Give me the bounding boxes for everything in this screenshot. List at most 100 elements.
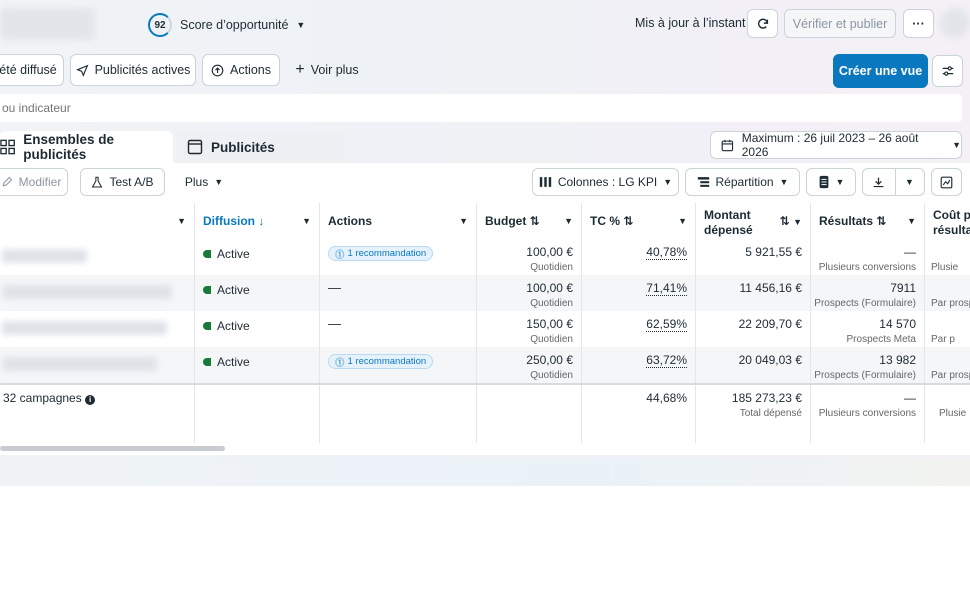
- header-budget[interactable]: Budget ⇅ ▼: [477, 203, 582, 239]
- flask-icon: [92, 176, 103, 188]
- ab-test-label: Test A/B: [109, 175, 154, 189]
- filter-row: été diffusé Publicités actives Actions +…: [0, 52, 970, 92]
- breakdown-icon: [697, 177, 709, 187]
- budget-cell[interactable]: 100,00 € Quotidien: [477, 239, 582, 275]
- see-more-label: Voir plus: [310, 63, 359, 77]
- budget-type: Quotidien: [530, 334, 573, 345]
- verify-publish-button[interactable]: Vérifier et publier: [784, 9, 896, 38]
- header-diffusion[interactable]: Diffusion ↓ ▼: [195, 203, 320, 239]
- actions-cell: —: [320, 275, 477, 311]
- date-range-picker[interactable]: Maximum : 26 juil 2023 – 26 août 2026 ▼: [710, 131, 962, 159]
- columns-label: Colonnes : LG KPI: [557, 175, 658, 189]
- name-cell[interactable]: [0, 347, 195, 383]
- chevron-down-icon: ▼: [952, 140, 961, 150]
- filter-actions[interactable]: Actions: [202, 54, 280, 86]
- refresh-button[interactable]: [747, 9, 778, 38]
- result-value: 14 570: [879, 317, 916, 331]
- spent-cell: 22 209,70 €: [696, 311, 811, 347]
- caret-down-icon: ▼: [779, 177, 789, 187]
- filter-active-ads-label: Publicités actives: [94, 63, 191, 77]
- table-row[interactable]: Active ⓵ 1 recommandation 250,00 € Quotidien…: [0, 347, 970, 383]
- columns-button[interactable]: Colonnes : LG KPI ▼: [532, 168, 679, 196]
- header-actions-label: Actions: [328, 214, 373, 228]
- actions-cell: ⓵1 recommandation: [320, 239, 477, 275]
- more-options-button[interactable]: ···: [903, 9, 934, 38]
- name-cell[interactable]: [0, 239, 195, 275]
- updated-status: Mis à jour à l’instant: [635, 16, 746, 30]
- no-action: —: [328, 316, 341, 331]
- budget-cell[interactable]: 100,00 € Quotidien: [477, 275, 582, 311]
- recommendation-chip[interactable]: ⓵1 recommandation: [328, 354, 434, 369]
- ab-test-button[interactable]: Test A/B: [80, 168, 165, 196]
- table-row[interactable]: Active ⓵ 1 recommandation 100,00 € Quotidien…: [0, 239, 970, 275]
- status-label: Active: [217, 247, 250, 261]
- ctr-value[interactable]: 62,59%: [646, 317, 687, 332]
- header-actions[interactable]: Actions ▼: [320, 203, 477, 239]
- result-type: Prospects Meta: [846, 334, 916, 345]
- search-bar[interactable]: [0, 94, 962, 122]
- header-ctr[interactable]: TC % ⇅ ▼: [582, 203, 696, 239]
- blurred-campaign-name: [2, 357, 157, 371]
- view-settings-button[interactable]: [932, 55, 963, 87]
- horizontal-scrollbar[interactable]: [0, 446, 225, 451]
- tab-adsets[interactable]: Ensembles de publicités: [0, 131, 173, 163]
- breakdown-button[interactable]: Répartition ▼: [685, 168, 800, 196]
- avatar[interactable]: [940, 8, 970, 38]
- name-cell[interactable]: [0, 311, 195, 347]
- totals-label: 32 campagnes i: [3, 391, 96, 405]
- tab-ads[interactable]: Publicités: [177, 131, 350, 163]
- modify-button[interactable]: Modifier: [0, 168, 68, 196]
- totals-row: 32 campagnes i 44,68% 185 273,23 € Total…: [0, 383, 970, 443]
- actions-cell: —: [320, 311, 477, 347]
- spent-cell: 11 456,16 €: [696, 275, 811, 311]
- header-spent[interactable]: Montant dépensé ⇅ ▼: [696, 203, 811, 239]
- table-row[interactable]: Active — 150,00 € Quotidien 62,59% 22 209,70 …: [0, 311, 970, 347]
- top-bar: 92 Score d’opportunité ▼ Mis à jour à l’…: [0, 0, 970, 48]
- info-icon[interactable]: i: [85, 395, 96, 405]
- spent-cell: 20 049,03 €: [696, 347, 811, 383]
- reports-button[interactable]: ▼: [806, 168, 856, 196]
- budget-type: Quotidien: [530, 262, 573, 273]
- caret-down-icon: ▼: [459, 216, 468, 226]
- budget-value: 100,00 €: [526, 245, 573, 259]
- filter-delivered[interactable]: été diffusé: [0, 54, 64, 86]
- opportunity-score-button[interactable]: 92 Score d’opportunité ▼: [148, 13, 305, 37]
- search-input[interactable]: [0, 94, 962, 122]
- totals-result: —: [904, 391, 916, 405]
- date-range-label: Maximum : 26 juil 2023 – 26 août 2026: [741, 131, 919, 159]
- charts-button[interactable]: [931, 168, 962, 196]
- totals-diffusion-cell: [195, 385, 320, 443]
- budget-cell[interactable]: 250,00 € Quotidien: [477, 347, 582, 383]
- totals-ctr: 44,68%: [646, 391, 687, 405]
- name-cell[interactable]: [0, 275, 195, 311]
- table-row[interactable]: Active — 100,00 € Quotidien 71,41% 11 456,16 …: [0, 275, 970, 311]
- more-actions-button[interactable]: Plus ▼: [176, 168, 232, 196]
- budget-cell[interactable]: 150,00 € Quotidien: [477, 311, 582, 347]
- ctr-value[interactable]: 40,78%: [646, 245, 687, 260]
- header-cost-per-result[interactable]: Coût parésulta: [925, 203, 970, 239]
- totals-cost-sub: Plusie: [939, 408, 967, 419]
- spent-value: 22 209,70 €: [738, 317, 802, 331]
- export-button[interactable]: ▼: [862, 168, 925, 196]
- create-view-button[interactable]: Créer une vue: [833, 54, 928, 88]
- diffusion-cell: Active: [195, 239, 320, 275]
- recommendation-chip[interactable]: ⓵1 recommandation: [328, 246, 434, 261]
- ctr-value[interactable]: 71,41%: [646, 281, 687, 296]
- header-results[interactable]: Résultats ⇅ ▼: [811, 203, 925, 239]
- ctr-value[interactable]: 63,72%: [646, 353, 687, 368]
- caret-down-icon: ▼: [177, 216, 186, 226]
- header-name[interactable]: ▼: [0, 203, 195, 239]
- caret-down-icon[interactable]: ▼: [905, 177, 914, 187]
- header-budget-label: Budget: [485, 214, 527, 228]
- filter-active-ads[interactable]: Publicités actives: [70, 54, 196, 86]
- totals-spent-cell: 185 273,23 € Total dépensé: [696, 385, 811, 443]
- see-more-button[interactable]: + Voir plus: [288, 54, 366, 86]
- result-type: Prospects (Formulaire): [814, 298, 916, 309]
- diffusion-cell: Active: [195, 347, 320, 383]
- bottom-strip: [0, 458, 970, 486]
- ads-manager-window: 92 Score d’opportunité ▼ Mis à jour à l’…: [0, 0, 970, 486]
- caret-down-icon: ▼: [678, 216, 687, 226]
- plus-icon: +: [295, 61, 305, 78]
- tab-adsets-label: Ensembles de publicités: [23, 132, 114, 162]
- sort-icon: ⇅: [529, 214, 540, 228]
